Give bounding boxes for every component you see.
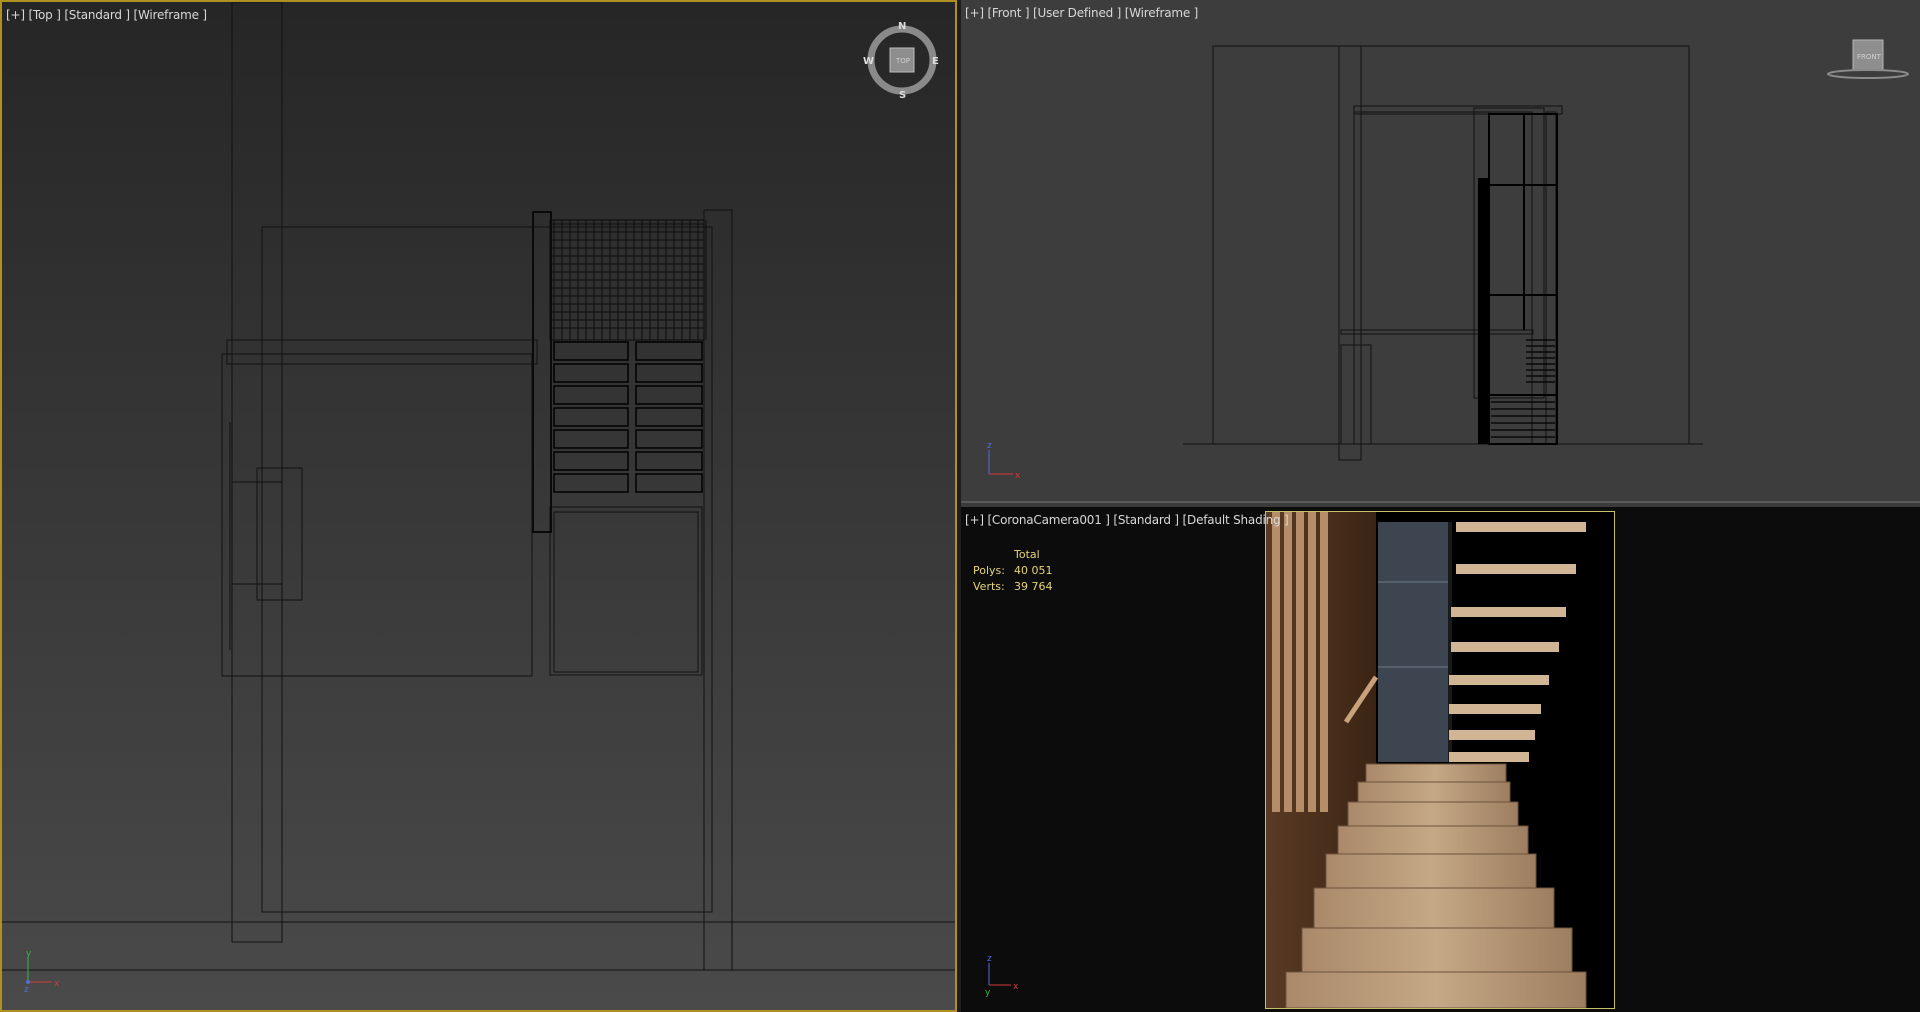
wall-slat (1272, 512, 1280, 812)
front-wireframe-drawing: z x (987, 45, 1703, 481)
viewcube-face-label: TOP (895, 57, 910, 65)
scene-statistics: Total Polys: 40 051 Verts: 39 764 (973, 547, 1053, 595)
stair-tread (1285, 971, 1587, 1008)
stair-tread-outline (635, 473, 703, 493)
compass-n: N (898, 21, 906, 32)
axis-x-label: x (54, 979, 60, 989)
stair-tread-outline (635, 341, 703, 361)
compass-e: E (932, 56, 939, 67)
wall-slat (1320, 512, 1328, 812)
axis-gizmo: y x z (24, 949, 60, 995)
verts-value: 39 764 (1014, 580, 1053, 593)
polys-value: 40 051 (1014, 564, 1053, 577)
shading-mode-button[interactable]: [Wireframe ] (1125, 6, 1199, 20)
stair-tread-outline (635, 429, 703, 449)
view-mode-button[interactable]: [User Defined ] (1033, 6, 1121, 20)
floating-step (1451, 642, 1559, 652)
axis-x-label: x (1013, 982, 1019, 992)
axis-z-label: z (987, 954, 992, 964)
stair-tread (1325, 853, 1537, 891)
polys-label: Polys: (973, 564, 1005, 577)
stair-tread-outline (553, 385, 629, 405)
wall-slat (1296, 512, 1304, 812)
stair-tread (1313, 887, 1555, 931)
floating-step (1449, 752, 1529, 762)
stats-verts-row: Verts: 39 764 (973, 579, 1053, 595)
view-mode-button[interactable]: [Standard ] (1113, 513, 1179, 527)
shading-mode-button[interactable]: [Wireframe ] (134, 8, 208, 22)
viewport-label-front: [+] [Front ] [User Defined ] [Wireframe … (965, 6, 1198, 20)
top-wireframe-drawing: y x z (2, 2, 955, 995)
stair-tread (1357, 781, 1511, 805)
stair-tread (1347, 801, 1519, 829)
verts-label: Verts: (973, 580, 1005, 593)
stair-tread-outline (635, 451, 703, 471)
stats-header: Total (1014, 548, 1040, 561)
viewport-front[interactable]: [+] [Front ] [User Defined ] [Wireframe … (961, 0, 1920, 503)
stair-tread-outline (553, 341, 629, 361)
shading-mode-button[interactable]: [Default Shading ] (1183, 513, 1289, 527)
camera-select-button[interactable]: [CoronaCamera001 ] (987, 513, 1109, 527)
axis-x-label: x (1015, 471, 1021, 481)
viewport-menu-button[interactable]: [+] (965, 6, 984, 20)
viewport-menu-button[interactable]: [+] (6, 8, 25, 22)
stair-tread (1337, 825, 1529, 857)
viewcube[interactable]: FRONT (1819, 36, 1909, 82)
viewport-menu-button[interactable]: [+] (965, 513, 984, 527)
stair-tread-outline (635, 385, 703, 405)
viewport-label-top: [+] [Top ] [Standard ] [Wireframe ] (6, 8, 207, 22)
view-type-button[interactable]: [Front ] (987, 6, 1029, 20)
view-mode-button[interactable]: [Standard ] (64, 8, 130, 22)
stair-tread-outline (553, 363, 629, 383)
stair-tread-outline (553, 407, 629, 427)
floating-step (1449, 704, 1541, 714)
camera-safe-frame (1265, 511, 1615, 1009)
staircase-render (1266, 512, 1614, 1008)
viewcube-face-label: FRONT (1857, 53, 1882, 61)
floating-step (1451, 607, 1566, 617)
stair-tread (1365, 763, 1507, 785)
stair-tread-outline (635, 407, 703, 427)
axis-gizmo: z x y (985, 954, 1019, 998)
axis-z-label: z (24, 985, 29, 995)
viewport-camera[interactable]: [+] [CoronaCamera001 ] [Standard ] [Defa… (961, 507, 1920, 1012)
viewport-label-camera: [+] [CoronaCamera001 ] [Standard ] [Defa… (965, 513, 1289, 527)
axis-gizmo: z x (987, 441, 1021, 481)
wall-slat (1308, 512, 1316, 812)
stair-tread-outline (553, 429, 629, 449)
wall-slat (1284, 512, 1292, 812)
viewport-top[interactable]: [+] [Top ] [Standard ] [Wireframe ] y x … (0, 0, 957, 1012)
floating-step (1456, 522, 1586, 532)
stair-tread-outline (553, 473, 629, 493)
compass-s: S (899, 90, 906, 100)
axis-y-label: y (26, 949, 32, 959)
stair-tread-outline (553, 451, 629, 471)
view-type-button[interactable]: [Top ] (28, 8, 60, 22)
stair-tread (1301, 927, 1573, 977)
floating-step (1456, 564, 1576, 574)
viewcube-compass[interactable]: TOP N S E W (862, 20, 942, 100)
stats-polys-row: Polys: 40 051 (973, 563, 1053, 579)
axis-y-label: y (985, 988, 991, 998)
floating-step (1449, 730, 1535, 740)
axis-z-label: z (987, 441, 992, 451)
compass-w: W (863, 56, 874, 67)
stair-tread-outline (635, 363, 703, 383)
floating-step (1449, 675, 1549, 685)
